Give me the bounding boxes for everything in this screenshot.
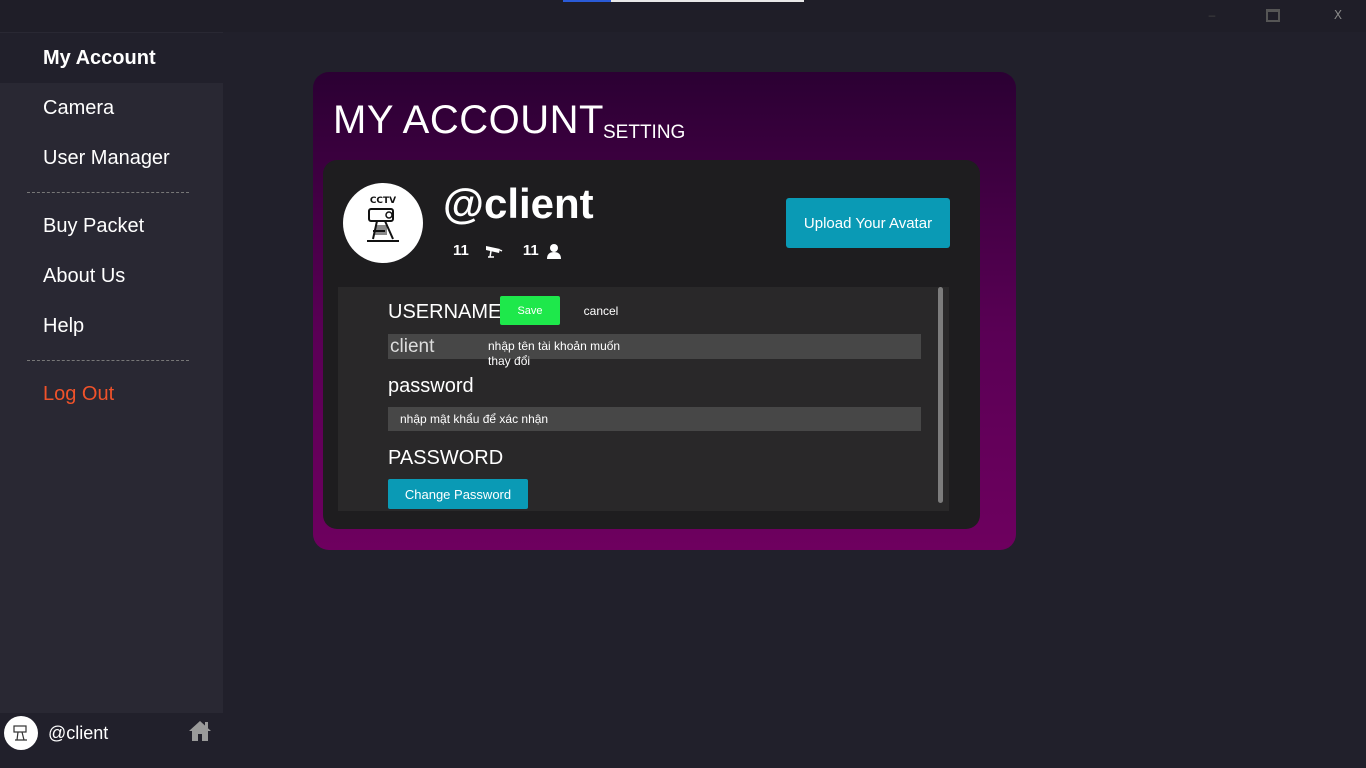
save-button[interactable]: Save [500, 296, 560, 325]
username-value: client [390, 336, 435, 357]
username-hint: nhập tên tài khoản muốn thay đổi [488, 339, 621, 368]
page-title: MY ACCOUNT [333, 98, 604, 142]
sidebar-item-user-manager[interactable]: User Manager [0, 133, 223, 183]
sidebar-item-about-us[interactable]: About Us [0, 251, 223, 301]
password-placeholder: nhập mật khẩu để xác nhận [400, 412, 549, 426]
page-subtitle: SETTING [603, 122, 686, 143]
avatar[interactable] [4, 716, 38, 750]
password-field[interactable]: nhập mật khẩu để xác nhận [388, 407, 921, 431]
profile-panel: CCTV @client 11 11 Upload Your Avatar US… [323, 160, 980, 529]
sidebar-username: @client [48, 723, 109, 743]
sidebar-user: @client [0, 713, 223, 768]
upload-avatar-button[interactable]: Upload Your Avatar [786, 198, 950, 248]
user-icon [546, 243, 561, 259]
cctv-logo-text: CCTV [370, 196, 396, 206]
home-icon[interactable] [187, 719, 213, 743]
username-field[interactable]: client nhập tên tài khoản muốn thay đổi [388, 334, 921, 368]
sidebar-divider [27, 360, 189, 361]
sidebar-item-camera[interactable]: Camera [0, 83, 223, 133]
password-label: password [388, 375, 474, 397]
account-form: USERNAME Save cancel client nhập tên tài… [338, 287, 949, 511]
sidebar-item-log-out[interactable]: Log Out [0, 369, 223, 419]
profile-handle: @client [443, 180, 594, 227]
user-count: 11 [522, 242, 539, 259]
maximize-icon [1266, 8, 1280, 22]
title-strip-accent [563, 0, 611, 2]
sidebar-item-my-account[interactable]: My Account [0, 33, 223, 83]
minimize-button[interactable]: – [1198, 4, 1226, 26]
cctv-logo-icon [13, 725, 27, 741]
account-card: MY ACCOUNT SETTING CCTV @client 11 11 Up… [313, 72, 1016, 550]
password-section-label: PASSWORD [388, 447, 504, 469]
username-label: USERNAME [388, 301, 502, 323]
sidebar: My Account Camera User Manager Buy Packe… [0, 32, 223, 768]
sidebar-divider [27, 192, 189, 193]
cctv-logo-icon: CCTV [367, 196, 399, 242]
sidebar-item-help[interactable]: Help [0, 301, 223, 351]
maximize-button[interactable] [1259, 4, 1287, 26]
camera-count: 11 [453, 242, 469, 259]
cancel-button[interactable]: cancel [576, 299, 626, 323]
form-scrollbar[interactable] [936, 287, 946, 511]
title-bar: – X [0, 0, 1366, 32]
change-password-button[interactable]: Change Password [388, 479, 528, 509]
scrollbar-thumb[interactable] [938, 287, 943, 503]
avatar[interactable]: CCTV [343, 183, 423, 263]
close-button[interactable]: X [1324, 4, 1352, 26]
camera-icon [485, 245, 503, 258]
sidebar-item-buy-packet[interactable]: Buy Packet [0, 201, 223, 251]
profile-stats: 11 11 [453, 242, 563, 259]
